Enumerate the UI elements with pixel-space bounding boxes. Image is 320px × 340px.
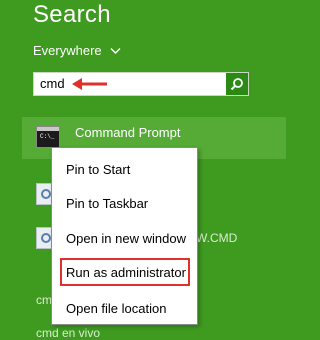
menu-item-open-new-window[interactable]: Open in new window bbox=[66, 231, 186, 246]
menu-item-pin-to-start[interactable]: Pin to Start bbox=[66, 162, 130, 177]
menu-item-open-file-location[interactable]: Open file location bbox=[66, 301, 166, 316]
annotation-arrow-icon bbox=[72, 78, 107, 90]
search-input[interactable] bbox=[40, 76, 220, 91]
result-partial-label: W.CMD bbox=[196, 231, 238, 245]
result-partial-label: cmd en vivo bbox=[36, 326, 101, 340]
page-title: Search bbox=[33, 1, 111, 28]
search-charm: Search Everywhere C:\_ Command Prompt W.… bbox=[0, 0, 286, 340]
search-button[interactable] bbox=[226, 73, 248, 95]
search-box bbox=[33, 72, 249, 96]
annotation-highlight bbox=[60, 258, 190, 286]
scope-label: Everywhere bbox=[33, 43, 102, 58]
chevron-down-icon bbox=[110, 47, 121, 54]
menu-item-pin-to-taskbar[interactable]: Pin to Taskbar bbox=[66, 196, 148, 211]
result-label: Command Prompt bbox=[75, 125, 181, 140]
magnifier-icon bbox=[230, 78, 243, 91]
command-prompt-icon: C:\_ bbox=[36, 126, 60, 148]
context-menu: Pin to Start Pin to Taskbar Open in new … bbox=[51, 147, 198, 325]
scope-dropdown[interactable]: Everywhere bbox=[33, 43, 121, 58]
